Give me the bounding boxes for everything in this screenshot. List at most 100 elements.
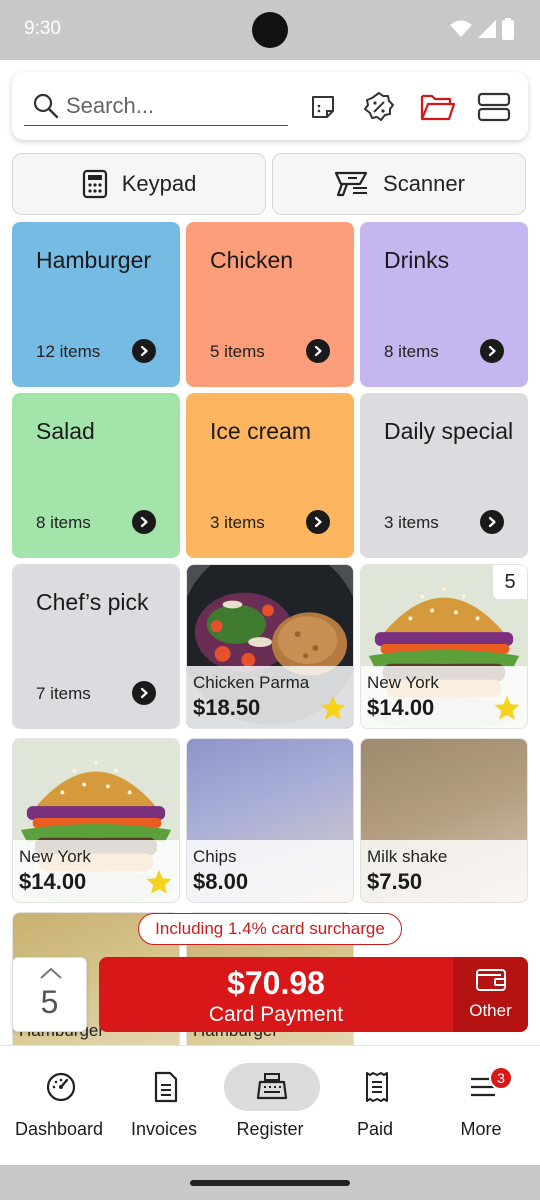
- receipt-icon: [366, 1072, 388, 1102]
- signal-icon: [478, 20, 496, 38]
- quantity-badge: 5: [493, 565, 527, 599]
- product-name: New York: [19, 847, 91, 866]
- category-tile-chicken[interactable]: Chicken 5 items: [186, 222, 354, 387]
- surcharge-note: Including 1.4% card surcharge: [138, 913, 402, 945]
- nav-label: Register: [236, 1119, 304, 1139]
- nav-pill: [435, 1063, 531, 1111]
- product-price: $14.00: [367, 695, 435, 720]
- product-tile-new-york[interactable]: New York $14.00: [12, 738, 180, 903]
- note-icon[interactable]: [306, 90, 340, 124]
- other-payment-button[interactable]: Other: [453, 957, 528, 1032]
- invoice-icon: [154, 1071, 178, 1103]
- nav-pill: [13, 1063, 109, 1111]
- chevron-right-icon: [132, 339, 156, 363]
- category-tile-daily-special[interactable]: Daily special 3 items: [360, 393, 528, 558]
- bottom-navigation: Dashboard Invoices Register Paid 3 More: [0, 1045, 540, 1165]
- product-name: Chicken Parma: [193, 673, 310, 692]
- product-tile-chicken-parma[interactable]: Chicken Parma $18.50: [186, 564, 354, 729]
- nav-label: Dashboard: [14, 1119, 104, 1139]
- camera-cutout: [252, 12, 288, 48]
- chevron-right-icon: [132, 510, 156, 534]
- nav-label: Paid: [356, 1119, 394, 1139]
- keypad-button[interactable]: Keypad: [12, 153, 266, 215]
- card-payment-main[interactable]: $70.98 Card Payment: [99, 957, 453, 1032]
- product-tile-chips[interactable]: Chips $8.00: [186, 738, 354, 903]
- favorite-star-icon[interactable]: [319, 695, 347, 721]
- nav-invoices[interactable]: Invoices: [110, 1046, 218, 1166]
- nav-pill: [329, 1063, 425, 1111]
- folder-icon[interactable]: [418, 90, 458, 124]
- category-name: Drinks: [384, 247, 450, 273]
- category-name: Ice cream: [210, 418, 311, 444]
- nav-label: Invoices: [130, 1119, 198, 1139]
- category-count: 3 items: [384, 513, 439, 532]
- gesture-area: [0, 1165, 540, 1200]
- chevron-right-icon: [132, 681, 156, 705]
- other-label: Other: [469, 1001, 512, 1020]
- category-count: 8 items: [36, 513, 91, 532]
- product-name: Milk shake: [367, 847, 448, 866]
- chevron-right-icon: [306, 510, 330, 534]
- favorite-star-icon[interactable]: [493, 695, 521, 721]
- dashboard-icon: [46, 1072, 76, 1102]
- category-tile-salad[interactable]: Salad 8 items: [12, 393, 180, 558]
- register-screen: Keypad Scanner Hamburger 12 items Chicke…: [0, 60, 540, 1045]
- quantity-stepper[interactable]: 5: [12, 957, 87, 1032]
- category-count: 5 items: [210, 342, 265, 361]
- search-toolbar: [12, 72, 528, 140]
- product-price: $8.00: [193, 869, 249, 894]
- category-name: Daily special: [384, 418, 514, 444]
- card-payment-button[interactable]: $70.98 Card Payment Other: [99, 957, 528, 1032]
- product-price: $14.00: [19, 869, 87, 894]
- category-tile-chefs-pick[interactable]: Chef’s pick 7 items: [12, 564, 180, 729]
- category-count: 12 items: [36, 342, 101, 361]
- product-price: $7.50: [367, 869, 423, 894]
- category-name: Hamburger: [36, 247, 152, 273]
- chevron-up-icon[interactable]: [39, 966, 63, 980]
- wallet-icon: [476, 969, 506, 991]
- nav-pill: [118, 1063, 214, 1111]
- scanner-button[interactable]: Scanner: [272, 153, 526, 215]
- category-tile-ice-cream[interactable]: Ice cream 3 items: [186, 393, 354, 558]
- battery-icon: [502, 18, 514, 40]
- category-count: 8 items: [384, 342, 439, 361]
- product-tile-milk-shake[interactable]: Milk shake $7.50: [360, 738, 528, 903]
- category-tile-hamburger[interactable]: Hamburger 12 items: [12, 222, 180, 387]
- barcode-scanner-icon: [334, 171, 368, 197]
- chevron-right-icon: [480, 510, 504, 534]
- status-bar: 9:30: [0, 0, 540, 60]
- cash-register-icon: [256, 1073, 288, 1100]
- nav-register[interactable]: Register: [216, 1046, 324, 1166]
- search-icon: [33, 93, 59, 118]
- status-icons: [450, 18, 514, 40]
- nav-more[interactable]: 3 More: [427, 1046, 535, 1166]
- calculator-icon: [82, 169, 107, 199]
- category-name: Chicken: [210, 247, 294, 273]
- favorite-star-icon[interactable]: [145, 869, 173, 895]
- nav-label: More: [460, 1119, 502, 1139]
- nav-dashboard[interactable]: Dashboard: [5, 1046, 113, 1166]
- product-name: Chips: [193, 847, 237, 866]
- product-name: New York: [367, 673, 439, 692]
- payment-method: Card Payment: [208, 1003, 344, 1026]
- discount-icon[interactable]: [362, 90, 396, 124]
- nav-paid[interactable]: Paid: [321, 1046, 429, 1166]
- category-tile-drinks[interactable]: Drinks 8 items: [360, 222, 528, 387]
- search-input[interactable]: [66, 92, 276, 119]
- scanner-label: Scanner: [383, 171, 465, 196]
- wifi-icon: [450, 20, 472, 37]
- product-price: $18.50: [193, 695, 261, 720]
- payment-amount: $70.98: [227, 965, 325, 1001]
- category-name: Salad: [36, 418, 95, 444]
- status-time: 9:30: [24, 18, 61, 39]
- home-gesture-bar[interactable]: [190, 1180, 350, 1186]
- product-tile-new-york[interactable]: 5 New York $14.00: [360, 564, 528, 729]
- keypad-label: Keypad: [121, 171, 197, 196]
- nav-pill: [224, 1063, 320, 1111]
- category-count: 3 items: [210, 513, 265, 532]
- chevron-right-icon: [480, 339, 504, 363]
- category-count: 7 items: [36, 684, 91, 703]
- quantity-value: 5: [40, 984, 59, 1020]
- search-field[interactable]: [24, 86, 288, 126]
- layout-icon[interactable]: [476, 90, 512, 124]
